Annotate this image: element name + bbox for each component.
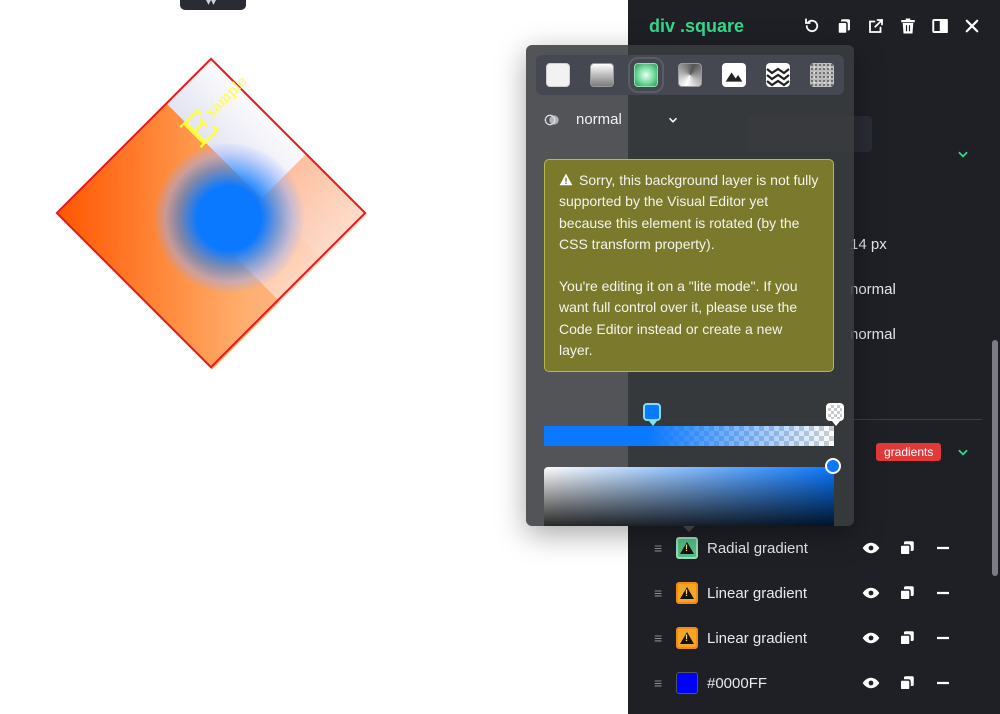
remove-icon[interactable] bbox=[933, 538, 953, 558]
blend-value-1: normal bbox=[850, 281, 896, 298]
layer-thumb-warning-icon bbox=[676, 582, 698, 604]
trash-icon[interactable] bbox=[898, 16, 918, 36]
drag-handle-icon[interactable]: ≡ bbox=[654, 675, 670, 691]
blend-value-2: normal bbox=[850, 326, 896, 343]
drag-handle-icon[interactable]: ≡ bbox=[654, 630, 670, 646]
chevron-down-icon bbox=[666, 113, 680, 127]
color-picker-handle[interactable] bbox=[825, 458, 841, 474]
panel-scrollbar[interactable] bbox=[992, 340, 998, 576]
gradient-fill bbox=[544, 426, 834, 446]
undo-icon[interactable] bbox=[802, 16, 822, 36]
remove-icon[interactable] bbox=[933, 628, 953, 648]
layer-name: Radial gradient bbox=[707, 539, 808, 557]
layer-thumb-warning-icon bbox=[676, 627, 698, 649]
remove-icon[interactable] bbox=[933, 583, 953, 603]
gradient-stop-blue[interactable] bbox=[643, 403, 661, 426]
layer-thumb-warning-icon bbox=[676, 537, 698, 559]
drag-handle-icon[interactable]: ≡ bbox=[654, 540, 670, 556]
inspector-toolbar bbox=[802, 16, 982, 36]
duplicate-icon[interactable] bbox=[897, 628, 917, 648]
warning-icon bbox=[559, 171, 573, 186]
warning-paragraph-1: Sorry, this background layer is not full… bbox=[559, 170, 819, 255]
image-type-icon[interactable] bbox=[722, 63, 746, 87]
warning-paragraph-2: You're editing it on a "lite mode". If y… bbox=[559, 278, 798, 359]
remove-icon[interactable] bbox=[933, 673, 953, 693]
layer-row[interactable]: ≡ Radial gradient bbox=[654, 533, 984, 563]
blend-mode-value: normal bbox=[576, 111, 622, 128]
duplicate-icon[interactable] bbox=[897, 538, 917, 558]
blend-mode-select[interactable]: normal bbox=[544, 111, 680, 128]
radial-gradient-type-icon[interactable] bbox=[628, 57, 664, 93]
background-layer-popover: normal Sorry, this background layer is n… bbox=[526, 45, 854, 526]
warning-text-1: Sorry, this background layer is not full… bbox=[559, 172, 819, 252]
layer-name: #0000FF bbox=[707, 674, 768, 692]
eye-icon[interactable] bbox=[861, 583, 881, 603]
popover-pointer bbox=[683, 526, 695, 532]
layer-thumb-color-swatch bbox=[676, 672, 698, 694]
chevron-down-icon[interactable] bbox=[956, 147, 970, 161]
noise-type-icon[interactable] bbox=[810, 63, 834, 87]
duplicate-icon[interactable] bbox=[897, 673, 917, 693]
eye-icon[interactable] bbox=[861, 628, 881, 648]
blend-mode-icon bbox=[544, 112, 560, 128]
panel-toggle-icon[interactable] bbox=[930, 16, 950, 36]
drag-handle-icon[interactable]: ≡ bbox=[654, 585, 670, 601]
gradient-preview-bar[interactable] bbox=[544, 426, 834, 446]
duplicate-icon[interactable] bbox=[897, 583, 917, 603]
size-value: 14 px bbox=[850, 236, 887, 253]
solid-color-type-icon[interactable] bbox=[546, 63, 570, 87]
copy-icon[interactable] bbox=[834, 16, 854, 36]
linear-gradient-type-icon[interactable] bbox=[590, 63, 614, 87]
chevron-down-icon[interactable] bbox=[956, 445, 970, 459]
color-picker-area[interactable] bbox=[544, 467, 834, 526]
external-link-icon[interactable] bbox=[866, 16, 886, 36]
conic-gradient-type-icon[interactable] bbox=[678, 63, 702, 87]
layer-type-bar bbox=[536, 55, 844, 95]
eye-icon[interactable] bbox=[861, 673, 881, 693]
layer-name: Linear gradient bbox=[707, 629, 808, 647]
eye-icon[interactable] bbox=[861, 538, 881, 558]
gradients-badge: gradients bbox=[876, 443, 942, 461]
lite-mode-warning: Sorry, this background layer is not full… bbox=[544, 159, 834, 372]
layer-row[interactable]: ≡ #0000FF bbox=[654, 668, 984, 698]
layer-row[interactable]: ≡ Linear gradient bbox=[654, 578, 984, 608]
close-icon[interactable] bbox=[962, 16, 982, 36]
gradient-stop-transparent[interactable] bbox=[826, 403, 844, 426]
pattern-type-icon[interactable] bbox=[766, 63, 790, 87]
layer-name: Linear gradient bbox=[707, 584, 808, 602]
layer-row[interactable]: ≡ Linear gradient bbox=[654, 623, 984, 653]
selector-title: div .square bbox=[649, 16, 745, 36]
